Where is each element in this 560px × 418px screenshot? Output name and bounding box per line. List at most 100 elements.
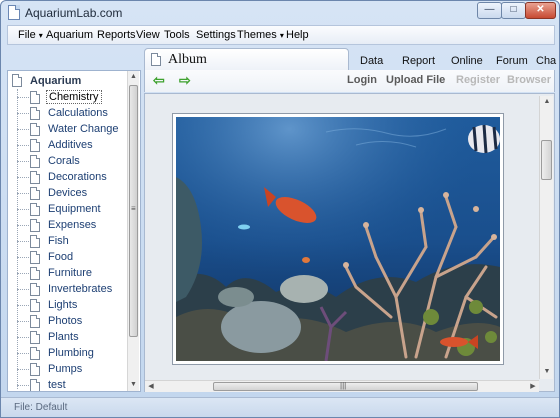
document-icon [30,363,40,376]
tree-item-label: Equipment [48,203,101,215]
tree-item-plants[interactable]: Plants [8,330,128,346]
tree-item-corals[interactable]: Corals [8,154,128,170]
tree-connector [17,305,29,306]
tree-item-chemistry[interactable]: Chemistry [8,90,128,106]
tree-connector [17,321,29,322]
content-vertical-scrollbar[interactable]: ▲ ▼ [539,96,553,379]
document-icon [30,251,40,264]
tree-item-calculations[interactable]: Calculations [8,106,128,122]
tree-item-fish[interactable]: Fish [8,234,128,250]
tree-item-label: Pumps [48,363,83,375]
chevron-down-icon: ▾ [279,31,284,40]
tree-item-label: Devices [48,187,88,199]
forward-arrow-icon[interactable]: ⇨ [179,73,191,87]
tree-item-label: Chemistry [46,90,102,104]
tree-item-equipment[interactable]: Equipment [8,202,128,218]
upload-file-link[interactable]: Upload File [386,74,445,86]
tab-album[interactable]: Album [144,48,349,70]
scroll-left-icon[interactable]: ◀ [145,381,157,392]
album-content [144,93,555,392]
menu-tools[interactable]: Tools [164,29,190,41]
tree-item-label: test [48,379,66,391]
tree-item-expenses[interactable]: Expenses [8,218,128,234]
tab-forum[interactable]: Forum [496,55,528,67]
back-arrow-icon[interactable]: ⇦ [153,73,165,87]
scroll-right-icon[interactable]: ▶ [527,381,539,392]
tree-connector [17,177,29,178]
tree-item-label: Water Change [48,123,119,135]
tab-data[interactable]: Data [360,55,383,67]
tree-item-label: Plumbing [48,347,94,359]
tree-connector [17,145,29,146]
scroll-up-icon[interactable]: ▲ [541,96,553,108]
navigation-tree: Aquarium Chemistry Calculations Water Chan… [7,70,141,392]
menu-help[interactable]: Help [286,29,309,41]
tab-chat[interactable]: Cha [536,55,556,67]
tree-connector [17,193,29,194]
status-text: File: Default [14,402,68,413]
document-icon [30,219,40,232]
tree-item-decorations[interactable]: Decorations [8,170,128,186]
menu-reports[interactable]: Reports [97,29,136,41]
maximize-button[interactable]: □ [501,2,526,19]
document-icon [30,91,40,104]
chevron-down-icon: ▾ [38,31,43,40]
tree-scrollbar[interactable]: ▲ ≡ ▼ [127,71,139,391]
tree-item-additives[interactable]: Additives [8,138,128,154]
menu-settings[interactable]: Settings [196,29,236,41]
tab-online[interactable]: Online [451,55,483,67]
scroll-down-icon[interactable]: ▼ [541,366,553,378]
menu-bar: File ▾ Aquarium Reports View Tools Setti… [7,25,555,45]
tree-connector [17,273,29,274]
menu-aquarium[interactable]: Aquarium [46,29,93,41]
tree-item-label: Corals [48,155,80,167]
tree-item-invertebrates[interactable]: Invertebrates [8,282,128,298]
login-link[interactable]: Login [347,74,377,86]
tree-item-test[interactable]: test [8,378,128,391]
tree-connector [17,369,29,370]
tree-item-devices[interactable]: Devices [8,186,128,202]
tree-item-label: Food [48,251,74,263]
menu-themes-label: Themes [237,29,277,41]
tree-item-label: Invertebrates [48,283,113,295]
scrollbar-thumb[interactable] [541,140,552,180]
app-window: AquariumLab.com — □ ✕ File ▾ Aquarium Re… [0,0,560,418]
document-icon [30,379,40,391]
tree-item-label: Calculations [48,107,108,119]
tree-connector [17,385,29,386]
menu-view[interactable]: View [136,29,160,41]
grip-icon: ≡ [131,204,136,213]
tree-item-pumps[interactable]: Pumps [8,362,128,378]
document-icon [12,74,22,87]
tree-connector [17,129,29,130]
tree-connector [17,289,29,290]
menu-themes[interactable]: Themes ▾ [237,29,284,41]
document-icon [151,53,161,66]
tree-item-furniture[interactable]: Furniture [8,266,128,282]
album-toolbar: ⇦ ⇨ Login Upload File Register Browser [144,70,555,92]
content-horizontal-scrollbar[interactable]: ◀ ||| ▶ [145,380,539,392]
tree-item-water-change[interactable]: Water Change [8,122,128,138]
document-icon [30,235,40,248]
aquarium-photo[interactable] [172,113,504,365]
tree-item-label: Furniture [48,267,93,279]
document-icon [30,299,40,312]
tree-item-label: Plants [48,331,79,343]
document-icon [30,155,40,168]
tree-item-label: Decorations [48,171,107,183]
scroll-up-icon[interactable]: ▲ [128,71,139,83]
minimize-button[interactable]: — [477,2,502,19]
scroll-down-icon[interactable]: ▼ [128,379,139,391]
tree-item-lights[interactable]: Lights [8,298,128,314]
tree-root-label: Aquarium [30,75,82,87]
tree-item-photos[interactable]: Photos [8,314,128,330]
document-icon [30,283,40,296]
tab-report[interactable]: Report [402,55,435,67]
tree-connector [17,161,29,162]
menu-file[interactable]: File ▾ [18,29,43,41]
document-icon [30,107,40,120]
close-button[interactable]: ✕ [525,2,556,19]
aquarium-reef-image [176,117,500,361]
tree-item-food[interactable]: Food [8,250,128,266]
tree-item-plumbing[interactable]: Plumbing [8,346,128,362]
